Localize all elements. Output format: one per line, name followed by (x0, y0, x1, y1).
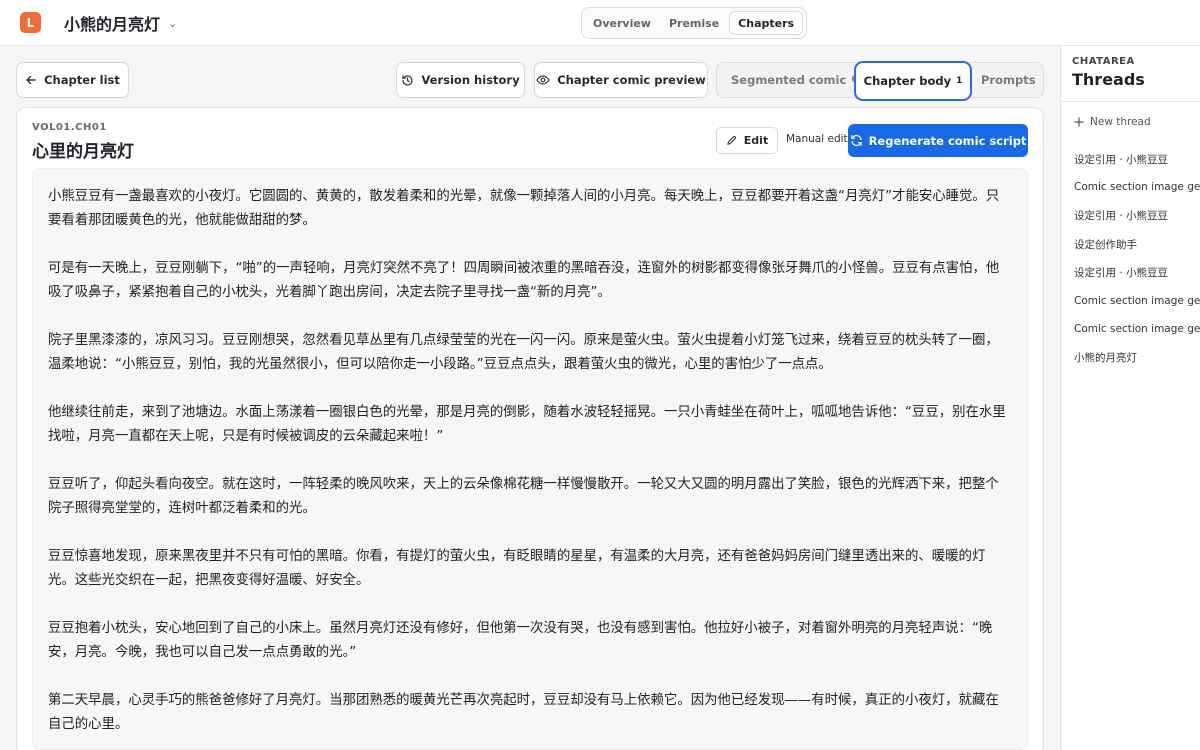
chapter-code: VOL01.CH01 (32, 122, 107, 133)
body-paragraph: 小熊豆豆有一盏最喜欢的小夜灯。它圆圆的、黄黄的，散发着柔和的光晕，就像一颗掉落人… (48, 189, 1000, 228)
tab-prompts-label: Prompts (981, 73, 1036, 87)
body-paragraph: 豆豆惊喜地发现，原来黑夜里并不只有可怕的黑暗。你看，有提灯的萤火虫，有眨眼睛的星… (48, 549, 986, 588)
app-logo[interactable]: L (20, 12, 41, 33)
tab-chapter-body-label: Chapter body (863, 74, 952, 88)
refresh-icon (850, 134, 863, 147)
tab-premise[interactable]: Premise (661, 11, 727, 35)
chapter-list-label: Chapter list (44, 73, 120, 87)
thread-item[interactable]: 设定引用 · 小熊豆豆 (1074, 145, 1200, 173)
thread-item[interactable]: 设定引用 · 小熊豆豆 (1074, 258, 1200, 286)
manual-edit-label: Manual edit (786, 133, 848, 145)
regenerate-label: Regenerate comic script (868, 133, 1027, 148)
eye-icon (536, 74, 550, 86)
tab-chapter-body[interactable]: Chapter body 1 (854, 61, 972, 101)
thread-list: 设定引用 · 小熊豆豆 Comic section image generati… (1074, 145, 1200, 371)
tab-prompts[interactable]: Prompts (981, 63, 1036, 97)
tab-chapters[interactable]: Chapters (729, 11, 804, 35)
threads-title: Threads (1072, 70, 1145, 89)
thread-item[interactable]: 小熊的月亮灯 (1074, 343, 1200, 371)
version-history-button[interactable]: Version history (396, 62, 525, 98)
sidebar-divider (1060, 101, 1200, 102)
version-history-label: Version history (421, 73, 520, 87)
top-tabs: Overview Premise Chapters (581, 7, 808, 39)
tab-segmented-comic-label: Segmented comic (731, 73, 847, 87)
chapter-title: 心里的月亮灯 (32, 142, 134, 162)
new-thread-label: New thread (1090, 116, 1151, 128)
body-paragraph: 第二天早晨，心灵手巧的熊爸爸修好了月亮灯。当那团熟悉的暖黄光芒再次亮起时，豆豆却… (48, 693, 999, 732)
body-paragraph: 他继续往前走，来到了池塘边。水面上荡漾着一圈银白色的光晕，那是月亮的倒影，随着水… (48, 405, 1006, 444)
tab-segmented-comic[interactable]: Segmented comic 6 (731, 63, 858, 97)
chapter-comic-preview-label: Chapter comic preview (557, 73, 706, 87)
thread-item[interactable]: Comic section image generation (1074, 286, 1200, 314)
pencil-icon (726, 135, 737, 146)
chevron-down-icon: ⌄ (168, 16, 178, 30)
edit-label: Edit (743, 134, 769, 147)
edit-button[interactable]: Edit (716, 127, 778, 154)
thread-item[interactable]: Comic section image generation (1074, 173, 1200, 201)
body-paragraph: 豆豆听了，仰起头看向夜空。就在这时，一阵轻柔的晚风吹来，天上的云朵像棉花糖一样慢… (48, 477, 999, 516)
chapter-list-button[interactable]: Chapter list (16, 62, 129, 98)
thread-item[interactable]: Comic section image generation (1074, 315, 1200, 343)
plus-icon (1074, 117, 1084, 127)
thread-item[interactable]: 设定创作助手 (1074, 230, 1200, 258)
chapter-body-text[interactable]: 小熊豆豆有一盏最喜欢的小夜灯。它圆圆的、黄黄的，散发着柔和的光晕，就像一颗掉落人… (32, 168, 1028, 750)
tab-overview[interactable]: Overview (585, 11, 659, 35)
regenerate-comic-script-button[interactable]: Regenerate comic script (848, 124, 1028, 157)
tab-chapter-body-count: 1 (956, 76, 963, 86)
body-paragraph: 可是有一天晚上，豆豆刚躺下，“啪”的一声轻响，月亮灯突然不亮了！四周瞬间被浓重的… (48, 261, 1000, 300)
thread-item[interactable]: 设定引用 · 小熊豆豆 (1074, 202, 1200, 230)
top-bar: L 小熊的月亮灯 ⌄ Overview Premise Chapters (0, 0, 1200, 46)
new-thread-button[interactable]: New thread (1074, 116, 1151, 128)
body-paragraph: 院子里黑漆漆的，凉风习习。豆豆刚想哭，忽然看见草丛里有几点绿莹莹的光在一闪一闪。… (48, 333, 999, 372)
chapter-comic-preview-button[interactable]: Chapter comic preview (534, 62, 708, 98)
view-tabs: Segmented comic 6 Chapter body 1 Prompts (716, 61, 1044, 101)
arrow-left-icon (25, 74, 37, 86)
body-paragraph: 豆豆抱着小枕头，安心地回到了自己的小床上。虽然月亮灯还没有修好，但他第一次没有哭… (48, 621, 993, 660)
chatarea-label: CHATAREA (1072, 56, 1135, 67)
project-title: 小熊的月亮灯 (64, 15, 161, 34)
project-selector[interactable]: 小熊的月亮灯 ⌄ (64, 11, 177, 35)
history-icon (401, 74, 414, 87)
